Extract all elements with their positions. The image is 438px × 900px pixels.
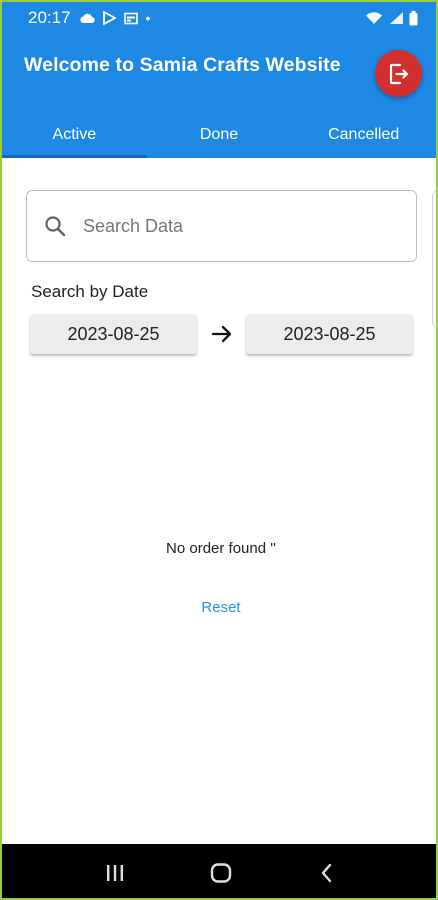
- date-from-value: 2023-08-25: [67, 323, 160, 344]
- search-input[interactable]: [83, 215, 383, 237]
- date-filter-label: Search by Date: [31, 282, 149, 301]
- home-icon[interactable]: [201, 853, 241, 893]
- status-dot: •: [145, 10, 151, 26]
- tab-active[interactable]: Active: [2, 112, 147, 158]
- tab-done[interactable]: Done: [147, 112, 292, 158]
- reset-label[interactable]: Reset: [201, 599, 240, 616]
- page-title: Welcome to Samia Crafts Website: [24, 54, 341, 76]
- play-store-icon: [102, 11, 116, 25]
- tab-label: Done: [199, 126, 239, 143]
- logout-icon: [387, 62, 411, 86]
- wifi-icon: [365, 11, 383, 25]
- app-screen: 20:17 • Welcome to Samia Crafts Website …: [0, 0, 438, 900]
- date-from-button[interactable]: 2023-08-25: [30, 314, 197, 354]
- tab-label: Cancelled: [328, 126, 400, 143]
- recent-apps-icon[interactable]: [95, 853, 135, 893]
- tab-cancelled[interactable]: Cancelled: [291, 112, 436, 158]
- system-nav-bar: [2, 844, 436, 898]
- date-to-button[interactable]: 2023-08-25: [246, 314, 413, 354]
- app-bar: Welcome to Samia Crafts Website Active D…: [2, 34, 436, 158]
- back-icon[interactable]: [307, 853, 347, 893]
- tab-label: Active: [52, 126, 97, 143]
- search-icon: [43, 214, 67, 238]
- signal-icon: [388, 11, 404, 25]
- empty-state-message: No order found '': [166, 540, 276, 557]
- tab-bar: Active Done Cancelled: [2, 112, 436, 158]
- arrow-right-icon: [209, 321, 235, 347]
- logout-button[interactable]: [375, 50, 422, 97]
- status-bar: 20:17 •: [2, 2, 436, 34]
- date-to-value: 2023-08-25: [283, 323, 376, 344]
- cloud-icon: [79, 12, 95, 24]
- calendar-icon: [123, 12, 138, 25]
- reset-link[interactable]: Reset: [2, 599, 436, 616]
- offscreen-card-edge: [432, 190, 436, 328]
- battery-icon: [409, 10, 418, 26]
- status-time: 20:17: [28, 8, 71, 27]
- search-box[interactable]: [26, 190, 417, 262]
